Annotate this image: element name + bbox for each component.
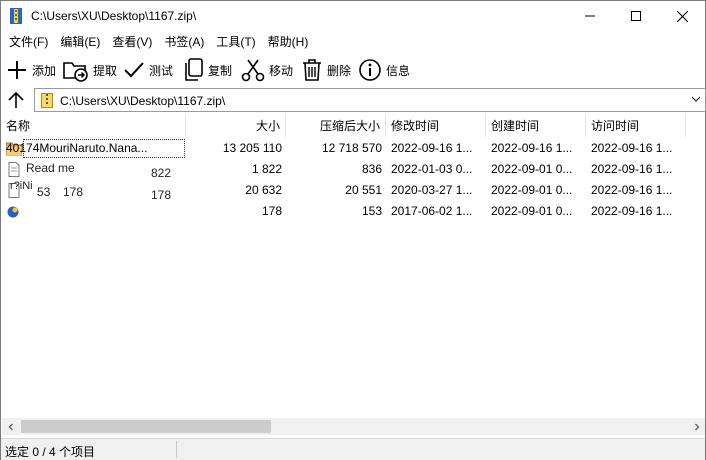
minimize-icon — [585, 15, 595, 17]
arrow-up-icon — [8, 91, 24, 108]
toolbar: 添加 提取 测试 复制 移动 删除 信息 — [1, 53, 705, 85]
menu-file[interactable]: 文件(F) — [3, 31, 54, 53]
file-accessed: 2022-09-16 1... — [591, 141, 673, 155]
table-row[interactable]: 178 153 2017-06-02 1... 2022-09-01 0... … — [1, 201, 705, 222]
trash-icon — [303, 59, 321, 81]
ghost-text-value: 178 — [63, 185, 84, 199]
menu-tools[interactable]: 工具(T) — [210, 31, 261, 53]
title-bar: C:\Users\XU\Desktop\1167.zip\ — [1, 1, 705, 31]
move-label: 移动 — [269, 63, 294, 78]
file-modified: 2017-06-02 1... — [391, 204, 473, 218]
file-modified: 2020-03-27 1... — [391, 183, 473, 197]
maximize-icon — [631, 11, 641, 21]
menu-view[interactable]: 查看(V) — [106, 31, 158, 53]
file-created: 2022-09-01 0... — [491, 162, 573, 176]
minimize-button[interactable] — [567, 1, 613, 31]
chevron-down-icon[interactable] — [691, 94, 701, 104]
file-created: 2022-09-16 1... — [491, 141, 573, 155]
info-label: 信息 — [386, 63, 411, 78]
file-name: 40174MouriNaruto.Nana... — [6, 141, 148, 155]
file-size: 178 — [261, 204, 282, 218]
file-size: 1 822 — [251, 162, 282, 176]
address-field[interactable]: C:\Users\XU\Desktop\1167.zip\ — [34, 88, 706, 112]
maximize-button[interactable] — [613, 1, 659, 31]
column-header-size[interactable]: 大小 — [186, 115, 286, 137]
plus-icon — [8, 61, 26, 79]
menu-bar: 文件(F) 编辑(E) 查看(V) 书签(A) 工具(T) 帮助(H) — [1, 31, 705, 53]
delete-button[interactable]: 删除 — [301, 56, 351, 84]
horizontal-scrollbar[interactable] — [2, 418, 705, 435]
scroll-left-button[interactable] — [2, 418, 19, 435]
close-icon — [676, 10, 688, 22]
file-packed-size: 836 — [361, 162, 382, 176]
menu-help[interactable]: 帮助(H) — [262, 31, 315, 53]
window-title: C:\Users\XU\Desktop\1167.zip\ — [31, 9, 197, 23]
status-bar: 选定 0 / 4 个项目 — [1, 438, 705, 460]
column-header-modified[interactable]: 修改时间 — [386, 115, 486, 137]
ghost-text-value: 822 — [151, 166, 172, 180]
file-accessed: 2022-09-16 1... — [591, 204, 673, 218]
info-icon — [359, 59, 381, 81]
delete-label: 删除 — [327, 63, 352, 78]
ghost-text-value: 178 — [151, 188, 172, 202]
address-row: C:\Users\XU\Desktop\1167.zip\ — [1, 87, 706, 115]
move-button[interactable]: 移动 — [241, 56, 293, 84]
menu-edit[interactable]: 编辑(E) — [54, 31, 106, 53]
checkmark-icon — [124, 62, 144, 78]
file-created: 2022-09-01 0... — [491, 183, 573, 197]
ghost-text-value: 53 — [37, 185, 51, 199]
info-button[interactable]: 信息 — [358, 56, 410, 84]
up-folder-button[interactable] — [5, 89, 27, 111]
file-name — [1, 201, 186, 222]
ghost-text-fragment: r?iNi — [10, 180, 33, 192]
menu-bookmarks[interactable]: 书签(A) — [158, 31, 210, 53]
extract-label: 提取 — [93, 63, 118, 78]
extract-folder-icon — [63, 62, 88, 82]
test-label: 测试 — [149, 63, 174, 78]
scroll-right-button[interactable] — [688, 418, 705, 435]
chevron-right-icon — [694, 423, 699, 430]
app-window: C:\Users\XU\Desktop\1167.zip\ 文件(F) 编辑(E… — [0, 0, 706, 460]
copy-label: 复制 — [208, 63, 233, 78]
file-size: 20 632 — [245, 183, 282, 197]
copy-icon — [185, 58, 203, 81]
zip-archive-icon — [10, 8, 22, 24]
table-row[interactable]: 1 822 836 2022-01-03 0... 2022-09-01 0..… — [1, 159, 705, 180]
file-packed-size: 20 551 — [345, 183, 382, 197]
file-list: 名称 大小 压缩后大小 修改时间 创建时间 访问时间 40174MouriNar… — [1, 115, 705, 437]
address-path: C:\Users\XU\Desktop\1167.zip\ — [60, 94, 226, 108]
copy-button[interactable]: 复制 — [184, 56, 232, 84]
column-header-accessed[interactable]: 访问时间 — [586, 115, 686, 137]
file-packed-size: 153 — [361, 204, 382, 218]
file-modified: 2022-01-03 0... — [391, 162, 473, 176]
scissors-icon — [241, 59, 265, 82]
extract-button[interactable]: 提取 — [63, 56, 117, 84]
table-row[interactable]: 40174MouriNaruto.Nana... 13 205 110 12 7… — [1, 138, 705, 159]
file-created: 2022-09-01 0... — [491, 204, 573, 218]
file-modified: 2022-09-16 1... — [391, 141, 473, 155]
test-button[interactable]: 测试 — [123, 56, 173, 84]
column-header-name[interactable]: 名称 — [1, 115, 186, 137]
chevron-left-icon — [8, 423, 13, 430]
zip-file-icon — [41, 93, 53, 108]
add-button[interactable]: 添加 — [6, 56, 56, 84]
table-row[interactable]: 20 632 20 551 2020-03-27 1... 2022-09-01… — [1, 180, 705, 201]
status-divider — [176, 441, 177, 458]
column-header-packed-size[interactable]: 压缩后大小 — [286, 115, 386, 137]
status-text: 选定 0 / 4 个项目 — [5, 445, 96, 459]
ghost-text-readme: Read me — [26, 161, 75, 175]
file-size: 13 205 110 — [222, 141, 282, 155]
add-label: 添加 — [32, 63, 57, 78]
file-accessed: 2022-09-16 1... — [591, 162, 673, 176]
scrollbar-thumb[interactable] — [21, 420, 271, 433]
close-button[interactable] — [659, 1, 705, 31]
column-header-created[interactable]: 创建时间 — [486, 115, 586, 137]
file-accessed: 2022-09-16 1... — [591, 183, 673, 197]
file-packed-size: 12 718 570 — [321, 141, 382, 155]
